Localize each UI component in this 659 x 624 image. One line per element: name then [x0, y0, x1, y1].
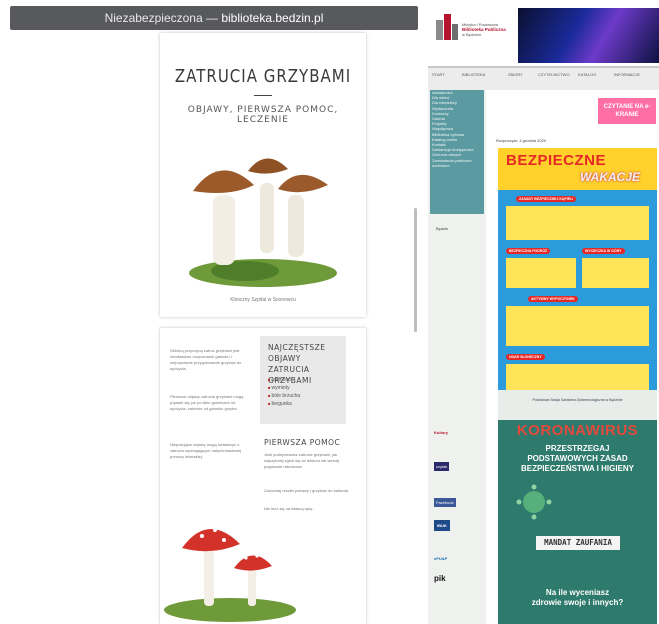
pik-logo[interactable]: pik — [434, 574, 446, 583]
page-subtitle: OBJAWY, PIERWSZA POMOC, LECZENIE — [187, 105, 339, 125]
covid-subtitle: PRZESTRZEGAJ PODSTAWOWYCH ZASAD BEZPIECZ… — [498, 444, 657, 474]
symptoms-list: nudności wymioty bóle brzucha biegunka — [268, 376, 301, 408]
list-item: nudności — [268, 376, 300, 384]
library-logo-icon[interactable] — [434, 10, 460, 46]
poster-block — [506, 306, 649, 346]
mandate-sign: MANDAT ZAUFANIA — [536, 536, 620, 550]
poster-badge: ZASADY BEZPIECZNEJ KĄPIELI — [516, 196, 577, 202]
document-page-2: Główną przyczyną zatruć grzybami jest ni… — [160, 328, 366, 624]
e-reading-banner[interactable]: CZYTANIE NA e-KRANIE — [598, 98, 656, 124]
poster-badge: WYCIECZKA W GÓRY — [582, 248, 625, 254]
nav-item[interactable]: START — [432, 72, 445, 77]
poster-badge: UDAR SŁONECZNY — [506, 354, 545, 360]
facebook-logo[interactable]: Facebook — [434, 498, 456, 507]
covid-subtitle-line: BEZPIECZEŃSTWA I HIGIENY — [520, 464, 635, 473]
site-header: Miejska i Powiatowa Biblioteka Publiczna… — [428, 0, 659, 66]
virus-icon — [516, 484, 552, 520]
sidebar-item[interactable]: Archiwum — [430, 163, 484, 168]
first-aid-paragraph-3: Nie lecz się na własną rękę. — [264, 506, 314, 511]
nav-item[interactable]: BIBLIOTEKA — [462, 72, 485, 77]
paragraph-2: Pierwsze objawy zatrucia grzybami mogą p… — [170, 394, 244, 411]
czytak-logo[interactable]: czytak — [434, 462, 450, 471]
logo-line: w Będzinie — [462, 32, 482, 37]
covid-question-line: Na ile wyceniasz — [545, 588, 610, 597]
list-item: bóle brzucha — [268, 392, 301, 400]
main-nav: START BIBLIOTEKA ZBIORY CZYTELNICTWO KAT… — [428, 66, 659, 90]
page-title: ZATRUCIA GRZYBAMI — [174, 65, 352, 87]
covid-poster[interactable]: Powiatowa Stacja Sanitarno-Epidemiologic… — [498, 390, 657, 624]
document-page-1: ZATRUCIA GRZYBAMI OBJAWY, PIERWSZA POMOC… — [160, 33, 366, 317]
security-label: Niezabezpieczona — [104, 11, 203, 25]
address-bar[interactable]: Niezabezpieczona — biblioteka.bedzin.pl — [10, 6, 418, 30]
scrollbar[interactable] — [414, 208, 417, 332]
poster-header: BEZPIECZNE WAKACJE — [498, 148, 657, 190]
poster-badge: BEZPIECZNA PODRÓŻ — [506, 248, 551, 254]
fly-agaric-illustration — [164, 528, 296, 622]
poster-title: BEZPIECZNE — [506, 152, 607, 169]
first-aid-heading: PIERWSZA POMOC — [264, 438, 341, 447]
first-aid-paragraph-2: Zachowaj resztki potrawy i grzybów do ba… — [264, 488, 349, 493]
poster-block — [582, 258, 649, 288]
covid-header: Powiatowa Stacja Sanitarno-Epidemiologic… — [498, 390, 657, 420]
post-date: Rozpoczęto: 4 grudnia 2020 — [496, 138, 547, 143]
covid-subtitle-line: PRZESTRZEGAJ — [545, 444, 610, 453]
sidebar-menu: Aktualności Dla dzieci Dla młodzieży Wyd… — [430, 90, 484, 214]
epuap-logo[interactable]: ePUAP — [434, 556, 447, 561]
header-photo — [518, 8, 659, 63]
covid-question: Na ile wyceniasz zdrowie swoje i innych? — [498, 588, 657, 608]
first-aid-paragraph-1: Jeśli podejrzewasz zatrucie grzybami, ja… — [264, 452, 340, 469]
poster-badge: AKTYWNY WYPOCZYNEK — [528, 296, 578, 302]
ibuk-logo[interactable]: IBUK — [434, 520, 450, 531]
title-divider — [254, 95, 272, 96]
mushrooms-illustration — [189, 158, 337, 287]
list-item: wymioty — [268, 384, 300, 392]
bedzin-logo[interactable]: Będzin — [436, 226, 448, 231]
covid-subtitle-line: PODSTAWOWYCH ZASAD — [527, 454, 628, 463]
poster-block — [506, 206, 649, 240]
list-item: biegunka — [268, 400, 300, 408]
page-footer: Kliniczny Szpital w Sosnowcu — [230, 297, 296, 303]
nav-item[interactable]: CZYTELNICTWO — [538, 72, 570, 77]
nav-item[interactable]: ZBIORY — [508, 72, 523, 77]
nav-item[interactable]: INFORMACJE — [614, 72, 640, 77]
pdf-viewer: Niezabezpieczona — biblioteka.bedzin.pl … — [0, 0, 428, 624]
covid-question-line: zdrowie swoje i innych? — [531, 598, 624, 607]
library-name: Miejska i Powiatowa Biblioteka Publiczna… — [462, 22, 506, 37]
poster-block — [506, 258, 576, 288]
main-content: CZYTANIE NA e-KRANIE Rozpoczęto: 4 grudn… — [486, 90, 659, 624]
paragraph-3: Niepokojące objawy mogą świadczyć o zatr… — [170, 442, 242, 459]
kultury-logo[interactable]: Kultury — [434, 430, 448, 435]
url-separator: — — [205, 11, 218, 25]
covid-title: KORONAWIRUS — [516, 422, 639, 439]
library-website: Miejska i Powiatowa Biblioteka Publiczna… — [428, 0, 659, 624]
nav-item[interactable]: KATALOG — [578, 72, 596, 77]
paragraph-1: Główną przyczyną zatruć grzybami jest ni… — [170, 348, 242, 371]
url-host: biblioteka.bedzin.pl — [221, 11, 324, 25]
poster-subtitle: WAKACJE — [580, 170, 641, 184]
